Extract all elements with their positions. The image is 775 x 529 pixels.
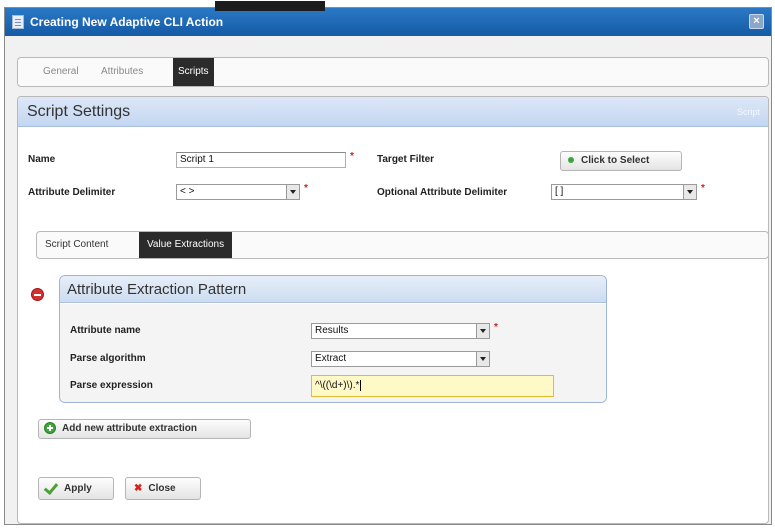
panel-header-label: Script <box>736 107 760 117</box>
tab-value-extractions[interactable]: Value Extractions <box>139 232 233 258</box>
parse-expression-value: ^\((\d+)\).* <box>315 380 360 391</box>
tab-general[interactable]: General <box>38 58 84 86</box>
parse-algorithm-select[interactable]: Extract <box>311 351 490 367</box>
chevron-down-icon[interactable] <box>683 185 696 199</box>
panel-title: Script Settings <box>27 103 131 120</box>
dialog-title: Creating New Adaptive CLI Action <box>30 15 224 29</box>
tab-script-content[interactable]: Script Content <box>37 232 116 258</box>
dialog-window: Creating New Adaptive CLI Action × Gener… <box>4 1 772 525</box>
attribute-delimiter-label: Attribute Delimiter <box>28 187 116 198</box>
close-button[interactable]: ✖ Close <box>125 477 201 500</box>
click-to-select-label: Click to Select <box>581 155 650 166</box>
close-icon: ✖ <box>134 483 143 494</box>
attribute-name-label: Attribute name <box>70 325 141 336</box>
remove-icon[interactable] <box>31 288 44 301</box>
attribute-extraction-panel: Attribute Extraction Pattern Attribute n… <box>59 275 607 403</box>
click-to-select-button[interactable]: Click to Select <box>560 151 682 171</box>
apply-label: Apply <box>64 483 92 494</box>
select-icon <box>568 157 574 164</box>
attribute-delimiter-select[interactable]: < > <box>176 184 300 200</box>
required-marker: * <box>350 151 354 162</box>
target-filter-label: Target Filter <box>377 154 435 165</box>
dialog-titlebar: Creating New Adaptive CLI Action × <box>5 1 771 36</box>
required-marker: * <box>701 183 705 194</box>
add-attribute-extraction-button[interactable]: Add new attribute extraction <box>38 419 251 439</box>
script-settings-panel: Script Settings Script Name Script 1 * T… <box>17 96 769 524</box>
attribute-name-value: Results <box>315 325 349 336</box>
script-settings-header: Script Settings Script <box>18 97 768 127</box>
tab-attributes[interactable]: Attributes <box>96 58 148 86</box>
script-subtabbar: Script Content Value Extractions <box>36 231 768 259</box>
attribute-extraction-body: Attribute name Results * Parse algorithm… <box>60 304 606 402</box>
close-icon[interactable]: × <box>749 14 764 29</box>
optional-attribute-delimiter-value: [ ] <box>555 186 564 197</box>
chevron-down-icon[interactable] <box>286 185 299 199</box>
main-tabbar: General Attributes Scripts <box>17 57 769 87</box>
required-marker: * <box>494 322 498 333</box>
attribute-delimiter-value: < > <box>180 186 195 197</box>
chevron-down-icon[interactable] <box>476 352 489 366</box>
name-input[interactable]: Script 1 <box>176 152 346 168</box>
chevron-down-icon[interactable] <box>476 324 489 338</box>
parse-expression-label: Parse expression <box>70 380 153 391</box>
attribute-extraction-title: Attribute Extraction Pattern <box>67 281 247 298</box>
text-caret <box>360 379 362 391</box>
tab-scripts[interactable]: Scripts <box>173 58 214 86</box>
title-overlay <box>215 1 325 11</box>
required-marker: * <box>304 183 308 194</box>
close-label: Close <box>148 483 176 494</box>
parse-algorithm-label: Parse algorithm <box>70 353 146 364</box>
parse-expression-input[interactable]: ^\((\d+)\).* <box>311 375 554 397</box>
check-icon <box>45 483 59 493</box>
optional-attribute-delimiter-select[interactable]: [ ] <box>551 184 697 200</box>
attribute-name-select[interactable]: Results <box>311 323 490 339</box>
apply-button[interactable]: Apply <box>38 477 114 500</box>
optional-attribute-delimiter-label: Optional Attribute Delimiter <box>377 187 508 198</box>
attribute-extraction-header: Attribute Extraction Pattern <box>60 276 606 303</box>
add-extraction-label: Add new attribute extraction <box>62 423 198 434</box>
name-label: Name <box>28 154 56 165</box>
parse-algorithm-value: Extract <box>315 353 347 364</box>
add-icon <box>44 422 56 435</box>
document-icon <box>12 15 24 29</box>
